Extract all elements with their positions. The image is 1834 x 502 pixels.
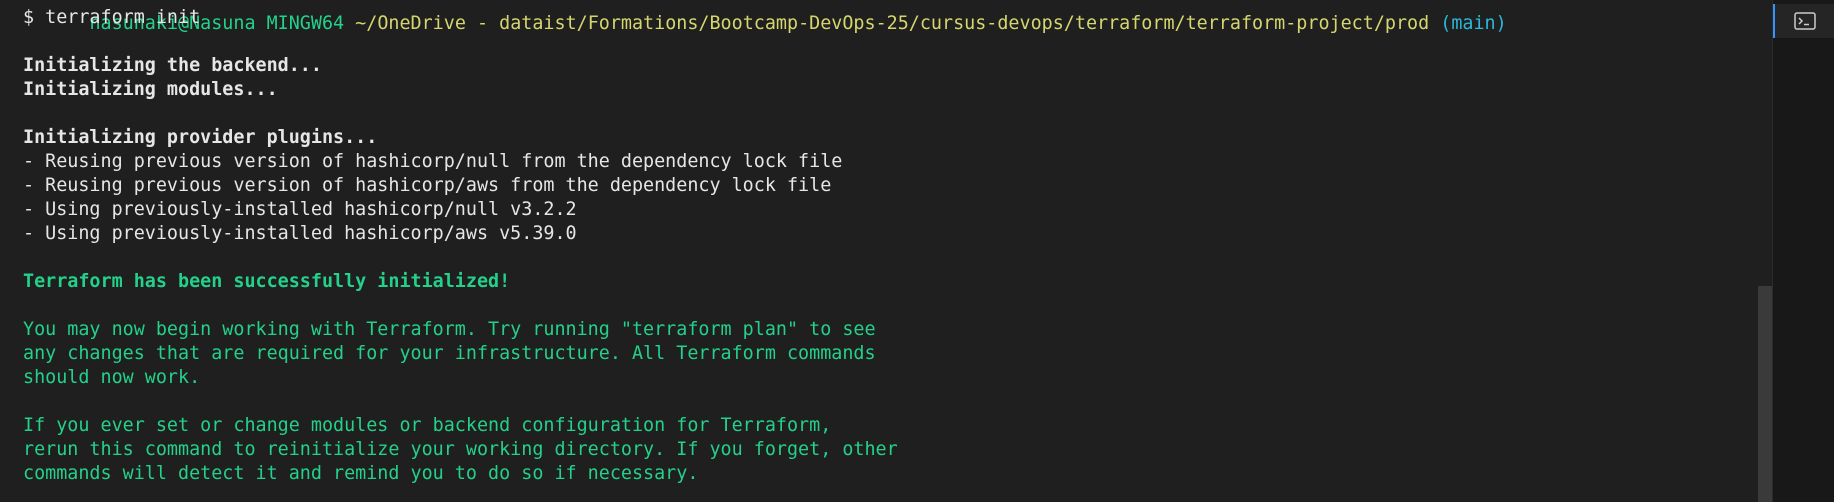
output-info-3: should now work. (23, 367, 201, 388)
output-modules: Initializing modules... (23, 79, 278, 100)
output-info-2: any changes that are required for your i… (23, 343, 876, 364)
scrollbar-thumb[interactable] (1758, 286, 1772, 502)
output-info-5: rerun this command to reinitialize your … (23, 439, 898, 460)
output-info-4: If you ever set or change modules or bac… (23, 415, 832, 436)
output-info-6: commands will detect it and remind you t… (23, 463, 699, 484)
output-plugins: Initializing provider plugins... (23, 127, 378, 148)
output-installed-null: - Using previously-installed hashicorp/n… (23, 199, 577, 220)
prompt-path: ~/OneDrive - dataist/Formations/Bootcamp… (344, 13, 1430, 34)
terminal-tab[interactable] (1773, 4, 1834, 38)
terminal-window: nasunaki@Nasuna MINGW64 ~/OneDrive - dat… (0, 0, 1834, 502)
output-reuse-null: - Reusing previous version of hashicorp/… (23, 151, 843, 172)
output-reuse-aws: - Reusing previous version of hashicorp/… (23, 175, 832, 196)
output-success: Terraform has been successfully initiali… (23, 271, 511, 292)
prompt-branch: (main) (1429, 13, 1507, 34)
output-info-1: You may now begin working with Terraform… (23, 319, 876, 340)
terminal-tabs-panel (1772, 0, 1834, 502)
prompt-line: nasunaki@Nasuna MINGW64 ~/OneDrive - dat… (23, 0, 1506, 34)
terminal-output[interactable]: nasunaki@Nasuna MINGW64 ~/OneDrive - dat… (0, 0, 1758, 502)
command-line: $ terraform init (23, 7, 201, 28)
output-installed-aws: - Using previously-installed hashicorp/a… (23, 223, 577, 244)
output-backend: Initializing the backend... (23, 55, 322, 76)
terminal-icon (1793, 12, 1816, 30)
